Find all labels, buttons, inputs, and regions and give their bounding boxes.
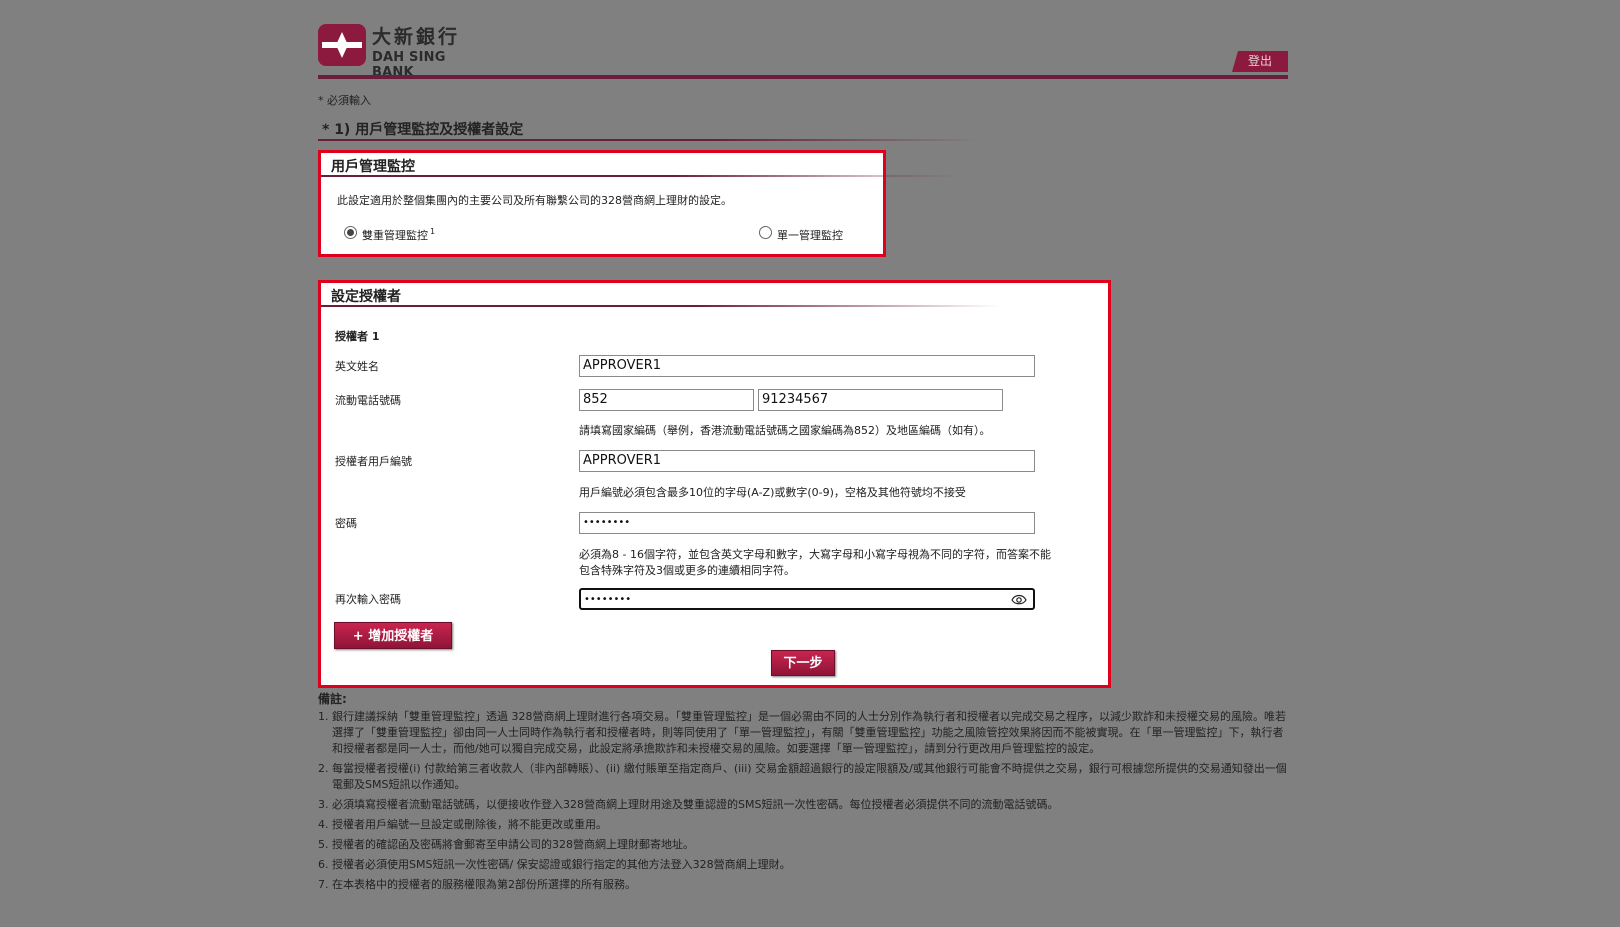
password-hint-line2: 包含特殊字符及3個或更多的連續相同字符。: [579, 564, 795, 577]
confirm-password-label: 再次輸入密碼: [335, 593, 401, 606]
approver-panel-title: 設定授權者: [331, 289, 401, 305]
eye-icon[interactable]: [1011, 593, 1027, 606]
remark-number: 4.: [318, 818, 329, 831]
mobile-hint: 請填寫國家編碼（舉例，香港流動電話號碼之國家編碼為852）及地區編碼（如有）。: [579, 424, 991, 437]
remark-number: 2.: [318, 762, 329, 775]
mobile-label: 流動電話號碼: [335, 394, 401, 407]
user-id-label: 授權者用戶編號: [335, 455, 412, 468]
next-step-button[interactable]: 下一步: [771, 650, 835, 676]
approver-setup-panel: 設定授權者 授權者 1 英文姓名 APPROVER1 流動電話號碼 852 91…: [318, 280, 1111, 688]
section-divider: [318, 139, 978, 141]
remark-text: 在本表格中的授權者的服務權限為第2部份所選擇的所有服務。: [332, 878, 636, 891]
user-id-hint: 用戶編號必須包含最多10位的字母(A-Z)或數字(0-9)，空格及其他符號均不接…: [579, 486, 966, 499]
remark-text: 授權者的確認函及密碼將會郵寄至申請公司的328營商網上理財郵寄地址。: [332, 838, 694, 851]
dual-control-text: 雙重管理監控: [362, 229, 428, 242]
english-name-label: 英文姓名: [335, 360, 379, 373]
remark-number: 3.: [318, 798, 329, 811]
password-hint-line1: 必須為8 - 16個字符，並包含英文字母和數字，大寫字母和小寫字母視為不同的字符…: [579, 548, 1051, 561]
dah-sing-logo: 大新銀行 DAH SING BANK: [318, 24, 488, 80]
logo-text-zh: 大新銀行: [372, 26, 461, 48]
remark-item: 2. 每當授權者授權(i) 付款給第三者收款人（非內部轉賬）、(ii) 繳付賬單至…: [318, 761, 1288, 793]
add-approver-button[interactable]: + 增加授權者: [334, 622, 452, 649]
section-title: * 1) 用戶管理監控及授權者設定: [322, 122, 524, 138]
control-description: 此設定適用於整個集團內的主要公司及所有聯繫公司的328營商網上理財的設定。: [337, 194, 732, 207]
control-panel-title: 用戶管理監控: [331, 159, 415, 175]
single-control-label[interactable]: 單一管理監控: [777, 227, 843, 243]
dah-sing-logo-icon: [318, 24, 366, 66]
approver-heading: 授權者 1: [335, 330, 380, 343]
logout-button[interactable]: 登出: [1232, 51, 1288, 72]
remark-number: 7.: [318, 878, 329, 891]
dual-control-footnote: 1: [430, 227, 436, 237]
remark-item: 5. 授權者的確認函及密碼將會郵寄至申請公司的328營商網上理財郵寄地址。: [318, 837, 1288, 853]
remark-item: 4. 授權者用戶編號一旦設定或刪除後，將不能更改或重用。: [318, 817, 1288, 833]
remark-number: 6.: [318, 858, 329, 871]
single-control-radio[interactable]: [759, 226, 772, 239]
remark-text: 必須填寫授權者流動電話號碼，以便接收作登入328營商網上理財用途及雙重認證的SM…: [332, 798, 1059, 811]
remark-text: 授權者用戶編號一旦設定或刪除後，將不能更改或重用。: [332, 818, 607, 831]
password-input[interactable]: ••••••••: [579, 512, 1035, 534]
user-management-control-panel: 用戶管理監控 此設定適用於整個集團內的主要公司及所有聯繫公司的328營商網上理財…: [318, 150, 961, 257]
remark-item: 7. 在本表格中的授權者的服務權限為第2部份所選擇的所有服務。: [318, 877, 1288, 893]
remark-item: 6. 授權者必須使用SMS短訊一次性密碼/ 保安認證或銀行指定的其他方法登入328…: [318, 857, 1288, 873]
remarks-list: 1. 銀行建議採納「雙重管理監控」透過 328營商網上理財進行各項交易。「雙重管理…: [318, 709, 1288, 897]
dual-control-label[interactable]: 雙重管理監控 1: [362, 227, 435, 243]
confirm-password-value: ••••••••: [584, 594, 632, 605]
remark-number: 1.: [318, 710, 329, 723]
mobile-country-code-input[interactable]: 852: [579, 389, 754, 411]
remark-item: 1. 銀行建議採納「雙重管理監控」透過 328營商網上理財進行各項交易。「雙重管理…: [318, 709, 1288, 757]
english-name-input[interactable]: APPROVER1: [579, 355, 1035, 377]
remark-item: 3. 必須填寫授權者流動電話號碼，以便接收作登入328營商網上理財用途及雙重認證的…: [318, 797, 1288, 813]
user-id-input[interactable]: APPROVER1: [579, 450, 1035, 472]
password-label: 密碼: [335, 517, 357, 530]
remark-text: 每當授權者授權(i) 付款給第三者收款人（非內部轉賬）、(ii) 繳付賬單至指定…: [332, 762, 1287, 791]
mobile-number-input[interactable]: 91234567: [758, 389, 1003, 411]
approver-panel-divider: [321, 305, 1001, 307]
remark-text: 銀行建議採納「雙重管理監控」透過 328營商網上理財進行各項交易。「雙重管理監控…: [332, 710, 1286, 755]
confirm-password-input[interactable]: ••••••••: [579, 588, 1035, 610]
remark-text: 授權者必須使用SMS短訊一次性密碼/ 保安認證或銀行指定的其他方法登入328營商…: [332, 858, 791, 871]
dual-control-radio[interactable]: [344, 226, 357, 239]
remark-number: 5.: [318, 838, 329, 851]
required-note: * 必須輸入: [318, 94, 371, 107]
control-panel-divider: [321, 175, 961, 177]
header-divider: [318, 75, 1288, 79]
remarks-title: 備註:: [318, 692, 347, 706]
